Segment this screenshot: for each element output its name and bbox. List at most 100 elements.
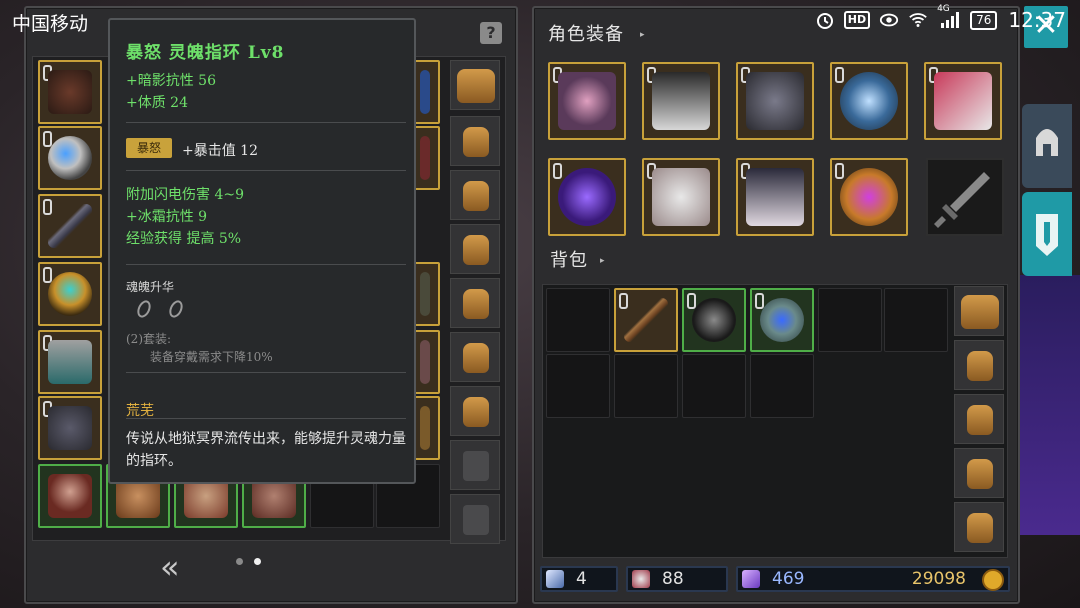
clock-time: 12:37 xyxy=(1008,8,1066,32)
bag-slot[interactable] xyxy=(450,332,500,382)
bag-slot-locked[interactable] xyxy=(450,440,500,490)
cloak-icon xyxy=(420,340,430,384)
bag-slot[interactable] xyxy=(450,224,500,274)
soul-slot-icon xyxy=(166,298,186,320)
gem-icon xyxy=(420,70,430,114)
equip-slot-gloves[interactable] xyxy=(642,158,720,236)
pouch-icon xyxy=(967,351,993,381)
bag-slot[interactable] xyxy=(450,170,500,220)
base-stat: +暗影抗性 56 xyxy=(126,73,216,89)
equip-slot-helmet[interactable] xyxy=(548,62,626,140)
bag-slot[interactable] xyxy=(954,394,1004,444)
equip-slot-trinket[interactable] xyxy=(924,62,1002,140)
potion-icon xyxy=(632,570,650,588)
tab-skills[interactable] xyxy=(1022,192,1072,276)
lock-icon xyxy=(43,267,52,283)
sapphire-ring-icon xyxy=(760,298,804,342)
star-ring-icon xyxy=(840,72,898,130)
boots-icon xyxy=(746,168,804,226)
ring-icon xyxy=(48,136,92,180)
alarm-icon xyxy=(815,10,835,30)
spear-icon xyxy=(48,204,92,248)
shoulder-icon xyxy=(746,72,804,130)
pouch-icon xyxy=(967,513,993,543)
pouch-icon xyxy=(463,289,489,319)
page-dot-active[interactable] xyxy=(254,558,261,565)
inventory-slot-ring[interactable] xyxy=(750,288,814,352)
bag-slot[interactable] xyxy=(450,60,500,110)
pouch-icon xyxy=(463,397,489,427)
skull-helmet-icon xyxy=(692,298,736,342)
lock-icon xyxy=(553,163,562,179)
lock-icon xyxy=(755,293,764,309)
robe-icon xyxy=(652,72,710,130)
bag-slot[interactable] xyxy=(450,116,500,166)
item-slot-shoulder[interactable] xyxy=(38,396,102,460)
item-slot-armor[interactable] xyxy=(38,60,102,124)
pouch-icon xyxy=(967,459,993,489)
inventory-slot-empty[interactable] xyxy=(884,288,948,352)
bag-slot[interactable] xyxy=(450,278,500,328)
bag-slot[interactable] xyxy=(954,448,1004,498)
potion-counter: 88 xyxy=(626,566,728,592)
item-slot-ring[interactable] xyxy=(38,126,102,190)
bag-slot[interactable] xyxy=(450,386,500,436)
wand-icon xyxy=(546,570,564,588)
equip-slot-ring[interactable] xyxy=(830,62,908,140)
set-count: (2)套装: xyxy=(126,332,172,346)
backpack-icon xyxy=(457,69,495,103)
item-description: 传说从地狱冥界流传出来，能够提升灵魂力量的指环。 xyxy=(126,431,406,469)
item-slot-amulet[interactable] xyxy=(38,262,102,326)
equip-slot-shoulder[interactable] xyxy=(736,62,814,140)
gloves-icon xyxy=(652,168,710,226)
gem-ring-icon xyxy=(840,168,898,226)
network-type-label: 4G xyxy=(937,4,950,14)
item-slot-helmet[interactable] xyxy=(38,464,102,528)
gold-coin-icon xyxy=(982,569,1004,591)
equip-slot-amulet[interactable] xyxy=(548,158,626,236)
equip-slot-ring-2[interactable] xyxy=(830,158,908,236)
item-name: 暴怒 灵魄指环 Lv8 xyxy=(126,43,285,63)
inventory-slot-empty[interactable] xyxy=(818,288,882,352)
battery-icon: 76 xyxy=(970,10,998,30)
divider xyxy=(126,418,406,419)
item-slot-cape[interactable] xyxy=(38,330,102,394)
pouch-icon xyxy=(463,181,489,211)
bag-slot[interactable] xyxy=(954,340,1004,390)
inventory-slot-empty[interactable] xyxy=(614,354,678,418)
bag-slot[interactable] xyxy=(954,502,1004,552)
item-slot-spear[interactable] xyxy=(38,194,102,258)
staff-icon xyxy=(624,298,668,342)
inventory-slot-empty[interactable] xyxy=(546,354,610,418)
weapon-slot-empty[interactable] xyxy=(926,158,1004,236)
soul-slot-icon xyxy=(134,298,154,320)
inventory-slot-helmet[interactable] xyxy=(682,288,746,352)
eye-icon xyxy=(879,10,899,30)
lock-icon xyxy=(835,163,844,179)
inventory-slot-staff[interactable] xyxy=(614,288,678,352)
equip-slot-boots[interactable] xyxy=(736,158,814,236)
amulet-icon xyxy=(48,272,92,316)
gold-amount: 29098 xyxy=(911,569,966,589)
star-amulet-icon xyxy=(558,168,616,226)
inventory-slot-empty[interactable] xyxy=(750,354,814,418)
pouch-icon xyxy=(967,405,993,435)
locked-bag-icon xyxy=(463,451,489,481)
previous-page-button[interactable]: « xyxy=(160,548,180,586)
inventory-slot-empty[interactable] xyxy=(682,354,746,418)
banner-tab-icon xyxy=(1036,214,1058,256)
locked-bag-icon xyxy=(463,505,489,535)
bag-slot-locked[interactable] xyxy=(450,494,500,544)
inventory-slot-empty[interactable] xyxy=(546,288,610,352)
tab-equipment[interactable] xyxy=(1022,104,1072,188)
affix-tag: 暴怒 xyxy=(126,138,172,158)
armor-icon xyxy=(48,70,92,114)
backpack-icon xyxy=(961,295,999,329)
extra-stat: 经验获得 提高 5% xyxy=(126,231,242,247)
pouch-icon xyxy=(463,127,489,157)
bag-title: 背包 xyxy=(550,250,588,271)
lock-icon xyxy=(687,293,696,309)
page-dot[interactable] xyxy=(236,558,243,565)
equip-slot-chest[interactable] xyxy=(642,62,720,140)
bag-slot[interactable] xyxy=(954,286,1004,336)
